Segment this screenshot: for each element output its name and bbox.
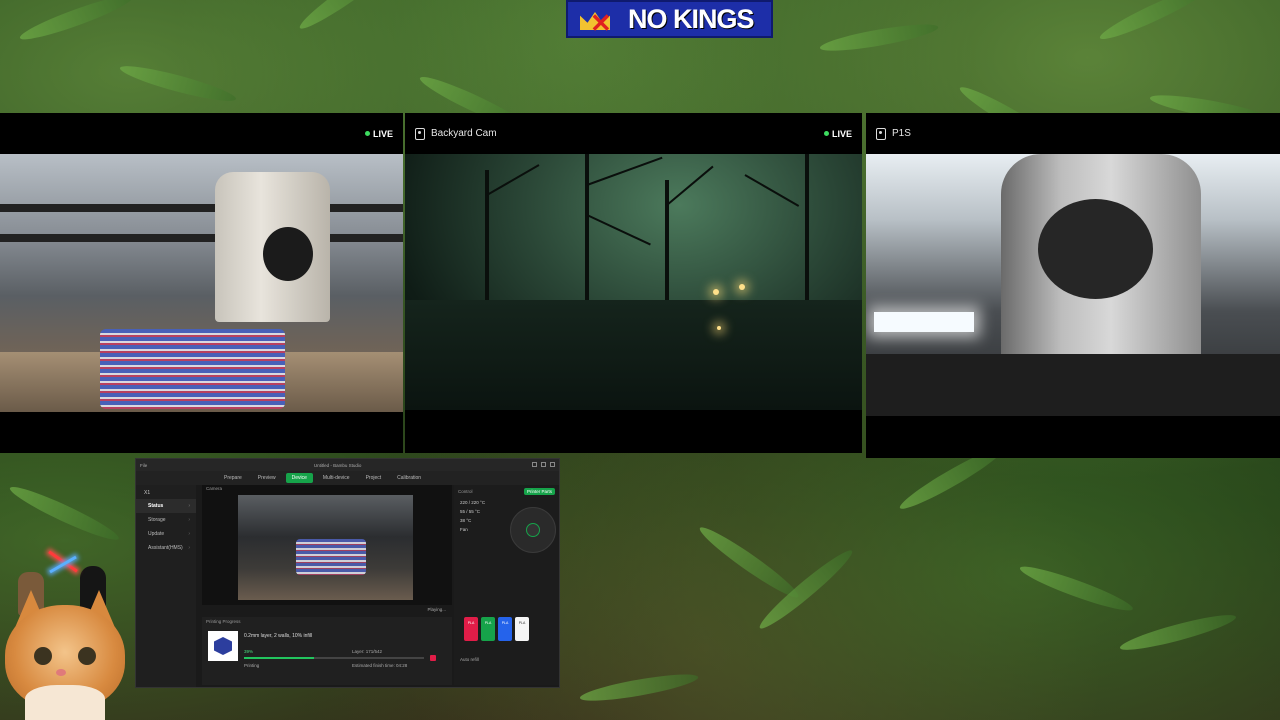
control-header: Control [458, 489, 473, 494]
window-titlebar: File Untitled - Bambu Studio [136, 459, 559, 471]
spool-slot-1[interactable]: PLA [464, 617, 478, 641]
sidebar-item-status[interactable]: Status [136, 499, 196, 513]
model-hexagon-icon [214, 637, 232, 655]
tab-preview[interactable]: Preview [252, 473, 282, 483]
file-menu[interactable]: File [140, 463, 147, 468]
camera-feed-p1s[interactable] [866, 154, 1280, 416]
camera-name: P1S [892, 128, 911, 139]
live-indicator: LIVE [823, 129, 852, 139]
sidebar-item-update[interactable]: Update [136, 527, 196, 541]
camera-header: LIVE [0, 113, 403, 154]
tab-prepare[interactable]: Prepare [218, 473, 248, 483]
spool-slot-4[interactable]: PLA [515, 617, 529, 641]
maximize-button[interactable] [540, 462, 546, 467]
camera-header: P1S [866, 113, 1280, 154]
spool-slot-2[interactable]: PLA [481, 617, 495, 641]
stream-scene: ✕ NO KINGS LIVE Backyard Cam LIVE P1S Fi… [0, 0, 1280, 720]
stop-button[interactable] [430, 655, 436, 661]
studio-camera-view[interactable] [238, 495, 413, 600]
camera-panel-p1s[interactable]: P1S [866, 113, 1280, 458]
camera-header: Backyard Cam LIVE [405, 113, 862, 154]
printed-part [100, 329, 285, 409]
printer-parts-button[interactable]: Printer Parts [523, 488, 555, 495]
camera-panel-header: Camera [206, 486, 223, 491]
minimize-button[interactable] [531, 462, 537, 467]
close-button[interactable] [549, 462, 555, 467]
live-dot-icon [823, 131, 829, 136]
progress-header: Printing Progress [206, 619, 241, 624]
control-panel: Control Printer Parts 220 / 220 °C 55 / 5… [454, 485, 559, 685]
tab-project[interactable]: Project [360, 473, 388, 483]
camera-icon [415, 127, 425, 140]
progress-percent: 39% [244, 649, 254, 654]
main-tabs: Prepare Preview Device Multi-device Proj… [136, 471, 559, 485]
playback-status: Playing... [202, 605, 452, 615]
ams-spools: PLA PLA PLA PLA [464, 617, 529, 641]
model-thumbnail [208, 631, 238, 661]
print-status: Printing [244, 663, 260, 668]
spool-slot-3[interactable]: PLA [498, 617, 512, 641]
tab-device[interactable]: Device [285, 473, 313, 483]
camera-panel-backyard[interactable]: Backyard Cam LIVE [405, 113, 862, 453]
sidebar-item-storage[interactable]: Storage [136, 513, 196, 527]
sidebar-item-assistant[interactable]: Assistant(HMS) [136, 541, 196, 555]
camera-feed-printer[interactable] [0, 154, 403, 412]
printer-selector[interactable]: X1 [136, 487, 196, 499]
tab-multi-device[interactable]: Multi-device [317, 473, 356, 483]
camera-name: Backyard Cam [431, 128, 497, 139]
print-name: 0.2mm layer, 2 walls, 10% infill [244, 633, 313, 639]
live-dot-icon [364, 131, 370, 136]
tab-calibration[interactable]: Calibration [391, 473, 427, 483]
bambu-studio-window[interactable]: File Untitled - Bambu Studio Prepare Pre… [135, 458, 560, 688]
studio-camera-panel: Camera [202, 485, 452, 605]
window-title: Untitled - Bambu Studio [313, 462, 362, 468]
toolhead [215, 172, 330, 322]
printing-progress-panel: Printing Progress 0.2mm layer, 2 walls, … [202, 617, 452, 685]
estimated-finish: Estimated finish time: 04:28 [352, 663, 408, 668]
progress-bar [244, 657, 424, 659]
live-indicator: LIVE [364, 129, 393, 139]
auto-refill-label[interactable]: Auto refill [460, 657, 479, 662]
camera-panel-printer[interactable]: LIVE [0, 113, 403, 453]
crown-icon: ✕ [572, 2, 618, 36]
kitten-overlay [0, 585, 130, 720]
banner-text: NO KINGS [628, 3, 755, 34]
device-sidebar: X1 Status Storage Update Assistant(HMS) [136, 485, 196, 687]
camera-icon [876, 127, 886, 140]
home-button[interactable] [526, 523, 540, 537]
nozzle-temp[interactable]: 220 / 220 °C [454, 498, 559, 507]
no-kings-banner: ✕ NO KINGS [566, 0, 773, 38]
axis-jog-dial[interactable] [510, 507, 556, 553]
camera-feed-backyard[interactable] [405, 154, 862, 410]
chamber-light [874, 312, 974, 332]
toolhead-lens [1038, 199, 1153, 299]
layer-count: Layer: 171/542 [352, 649, 383, 654]
